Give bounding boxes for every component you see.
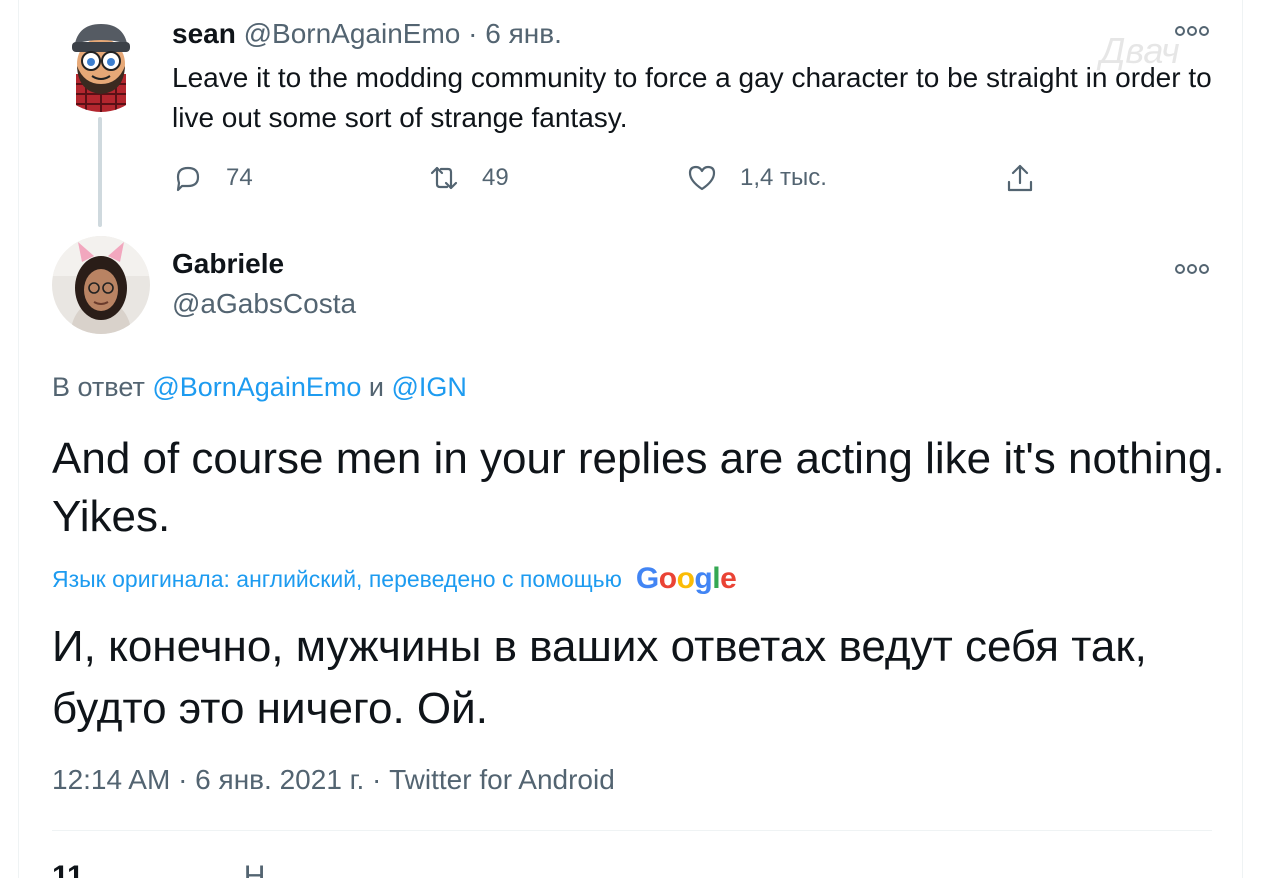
retweet-button[interactable]: 49 bbox=[428, 158, 509, 198]
google-logo: Google bbox=[635, 562, 737, 595]
retweet-count: 49 bbox=[482, 164, 509, 191]
reply-user-link[interactable]: @BornAgainEmo bbox=[152, 372, 361, 402]
parent-handle[interactable]: @BornAgainEmo bbox=[244, 18, 461, 49]
stats-count[interactable]: 11 bbox=[52, 860, 84, 878]
reply-prefix: В ответ bbox=[52, 372, 145, 402]
parent-date[interactable]: 6 янв. bbox=[485, 18, 562, 49]
translated-text: И, конечно, мужчины в ваших ответах веду… bbox=[52, 622, 1147, 733]
replying-to: В ответ @BornAgainEmo и @IGN bbox=[52, 368, 467, 406]
like-button[interactable]: 1,4 тыс. bbox=[686, 158, 827, 198]
parent-tweet-text: Leave it to the modding community to for… bbox=[172, 62, 1212, 133]
column-border-left bbox=[18, 0, 19, 878]
tweet-timestamp[interactable]: 12:14 AM · 6 янв. 2021 г. · Twitter for … bbox=[52, 760, 615, 800]
tweet-thread: sean @BornAgainEmo · 6 янв. Двач Leave i… bbox=[0, 0, 1280, 878]
author-display-name[interactable]: Gabriele bbox=[172, 246, 284, 282]
stats-label: Н bbox=[243, 860, 266, 878]
header-separator: · bbox=[468, 18, 478, 49]
tweet-text: And of course men in your replies are ac… bbox=[52, 434, 1225, 541]
parent-display-name[interactable]: sean bbox=[172, 18, 236, 49]
column-border-right bbox=[1242, 0, 1243, 878]
author-handle[interactable]: @aGabsCosta bbox=[172, 286, 356, 322]
like-count: 1,4 тыс. bbox=[740, 164, 827, 191]
reply-icon bbox=[176, 166, 200, 192]
share-button[interactable] bbox=[1004, 158, 1036, 198]
reply-conjunction: и bbox=[368, 372, 384, 402]
avatar-gabriele[interactable] bbox=[52, 236, 150, 334]
reply-button[interactable]: 74 bbox=[172, 158, 253, 198]
more-dots-icon[interactable] bbox=[1174, 256, 1210, 282]
divider bbox=[52, 830, 1212, 831]
parent-tweet-header: sean @BornAgainEmo · 6 янв. bbox=[172, 14, 562, 54]
avatar-sean[interactable] bbox=[52, 14, 150, 112]
reply-user-link[interactable]: @IGN bbox=[391, 372, 466, 402]
retweet-icon bbox=[430, 166, 458, 190]
translation-note: Язык оригинала: английский, переведено с… bbox=[52, 562, 737, 596]
heart-icon bbox=[688, 165, 716, 191]
thread-connector-line bbox=[98, 117, 102, 227]
reply-count: 74 bbox=[226, 164, 253, 191]
tweet-stats: 11 Н bbox=[52, 860, 265, 878]
share-icon bbox=[1007, 164, 1033, 192]
translation-note-text: Язык оригинала: английский, переведено с… bbox=[52, 566, 622, 592]
